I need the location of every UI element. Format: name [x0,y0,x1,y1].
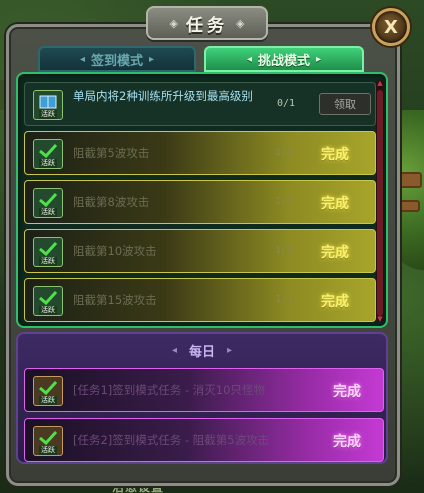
icon-badge: 活跃 [39,257,57,266]
title-ornament-icon: ◈ [169,16,178,30]
arrow-right-icon: ▸ [316,53,322,65]
icon-badge: 活跃 [39,396,57,405]
completed-task-icon: 活跃 [33,376,63,406]
signpost-decoration [398,200,420,212]
task-description: [任务1]签到模式任务 - 消灭10只怪物 [73,383,265,397]
arrow-right-icon: ▸ [149,53,155,65]
tab-signin-mode[interactable]: ◂ 签到模式 ▸ [38,46,196,72]
completed-task-icon: 活跃 [33,237,63,267]
task-description: 阻截第15波攻击 [73,293,157,307]
icon-badge: 活跃 [39,110,57,119]
arrow-left-icon: ◂ [171,344,177,356]
completed-label: 完成 [333,384,361,400]
completed-task-icon: 活跃 [33,188,63,218]
checkmark-icon [39,431,58,445]
scrollbar[interactable]: ▲ ▼ [376,79,384,323]
task-description: 阻截第8波攻击 [73,195,150,209]
tab-challenge-mode[interactable]: ◂ 挑战模式 ▸ [204,46,364,72]
task-progress: 0/1 [277,98,296,109]
task-row: 活跃 阻截第5波攻击 1/1 完成 [24,131,376,175]
task-row: 活跃 阻截第8波攻击 1/1 完成 [24,180,376,224]
tab-label: 签到模式 [90,53,143,69]
task-row: 活跃 阻截第10波攻击 1/1 完成 [24,229,376,273]
book-icon [39,95,57,109]
checkmark-icon [39,242,58,256]
scroll-thumb[interactable] [377,90,383,316]
completed-label: 完成 [321,147,349,163]
task-progress: 1/1 [275,245,294,256]
checkmark-icon [39,381,58,395]
completed-label: 完成 [321,245,349,261]
title-ornament-icon: ◈ [236,16,245,30]
arrow-left-icon: ◂ [246,53,252,65]
icon-badge: 活跃 [39,159,57,168]
task-description: [任务2]签到模式任务 - 阻截第5波攻击 [73,433,270,447]
window-title: 任务 [186,15,228,36]
icon-badge: 活跃 [39,306,57,315]
scroll-down-icon[interactable]: ▼ [376,315,384,323]
daily-task-panel: ◂ 每日 ▸ 活跃 [任务1]签到模式任务 - 消灭10只怪物 完成 活跃 [任… [16,332,388,464]
task-description: 单局内将2种训练所升级到最高级别 [73,89,253,103]
task-progress: 1/1 [275,294,294,305]
book-task-icon: 活跃 [33,90,63,120]
close-button[interactable]: X [372,8,410,46]
daily-task-row: 活跃 [任务1]签到模式任务 - 消灭10只怪物 完成 [24,368,384,412]
task-description: 阻截第5波攻击 [73,146,150,160]
completed-label: 完成 [321,196,349,212]
task-progress: 1/1 [275,196,294,207]
checkmark-icon [39,193,58,207]
checkmark-icon [39,144,58,158]
completed-label: 完成 [333,434,361,450]
completed-task-icon: 活跃 [33,286,63,316]
scroll-up-icon[interactable]: ▲ [376,79,384,87]
claim-button[interactable]: 领取 [319,93,371,115]
completed-task-icon: 活跃 [33,426,63,456]
window-title-plate: ◈ 任务 ◈ [146,6,268,40]
arrow-left-icon: ◂ [79,53,85,65]
close-icon: X [384,16,398,38]
challenge-task-list[interactable]: 活跃 单局内将2种训练所升级到最高级别 0/1 领取 活跃 阻截第5波攻击 1/… [16,72,388,328]
daily-title: 每日 [188,344,215,360]
task-row: 活跃 阻截第15波攻击 1/1 完成 [24,278,376,322]
task-description: 阻截第10波攻击 [73,244,157,258]
checkmark-icon [39,291,58,305]
tab-label: 挑战模式 [257,53,310,69]
task-progress: 1/1 [275,147,294,158]
icon-badge: 活跃 [39,208,57,217]
daily-header: ◂ 每日 ▸ [18,338,386,362]
completed-task-icon: 活跃 [33,139,63,169]
icon-badge: 活跃 [39,446,57,455]
arrow-right-icon: ▸ [227,344,233,356]
task-row: 活跃 单局内将2种训练所升级到最高级别 0/1 领取 [24,82,376,126]
daily-task-row: 活跃 [任务2]签到模式任务 - 阻截第5波攻击 完成 [24,418,384,462]
completed-label: 完成 [321,294,349,310]
